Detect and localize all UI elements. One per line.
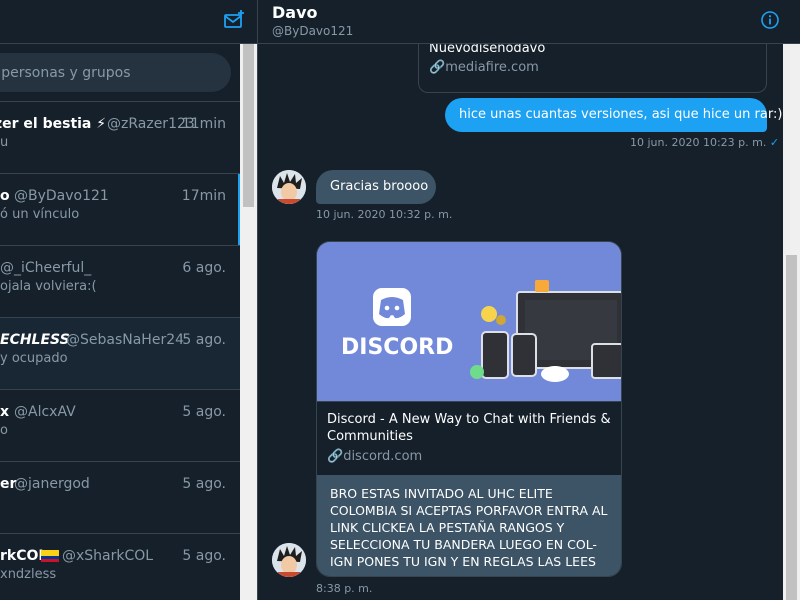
conversation-handle: @_iCheerful_ bbox=[0, 260, 92, 276]
scrollbar-thumb[interactable] bbox=[786, 255, 797, 600]
conversation-handle: @SebasNaHer24 bbox=[66, 332, 185, 348]
message-text-bubble: BRO ESTAS INVITADO AL UHC ELITE COLOMBIA… bbox=[317, 475, 621, 576]
message-timestamp: 8:38 p. m. bbox=[316, 582, 373, 595]
conversation-name: zer el bestia ⚡ bbox=[0, 116, 107, 132]
info-icon[interactable] bbox=[761, 11, 779, 29]
conversation-time: 17min bbox=[181, 188, 226, 204]
conversation-handle: @janergod bbox=[14, 476, 90, 492]
conversation-preview: u bbox=[0, 135, 9, 150]
conversation-pane-header bbox=[0, 0, 257, 44]
link-title: Nuevodiseñodavo bbox=[429, 44, 546, 56]
conversation-name: o bbox=[0, 188, 10, 204]
incoming-message-bubble[interactable]: Gracias broooo bbox=[316, 170, 436, 204]
conversation-item[interactable]: er @janergod 5 ago. bbox=[0, 462, 240, 534]
conversation-time: 5 ago. bbox=[182, 548, 226, 564]
colombia-flag-icon bbox=[41, 550, 59, 562]
search-input[interactable] bbox=[0, 53, 231, 92]
chat-pane: Davo @ByDavo121 Nuevodiseñodavo 🔗mediafi… bbox=[257, 0, 800, 600]
conversation-item[interactable]: ECHLESS @SebasNaHer24 5 ago. y ocupado bbox=[0, 318, 240, 390]
conversation-handle: @AlcxAV bbox=[14, 404, 76, 420]
link-domain: 🔗discord.com bbox=[327, 449, 423, 464]
message-text: Gracias broooo bbox=[330, 179, 429, 194]
chat-header: Davo @ByDavo121 bbox=[258, 0, 800, 44]
discord-banner: DISCORD bbox=[317, 242, 621, 401]
conversation-time: 5 ago. bbox=[182, 404, 226, 420]
conversation-time: 11min bbox=[181, 116, 226, 132]
conversation-list: zer el bestia ⚡ @zRazer123 11min u o @By… bbox=[0, 102, 240, 600]
conversation-handle: @xSharkCOL bbox=[62, 548, 154, 564]
link-preview-card[interactable]: DISCORD Discord - A New Way to Chat with… bbox=[316, 241, 622, 577]
conversation-preview: xndzless bbox=[0, 567, 57, 582]
sent-check-icon: ✓ bbox=[769, 136, 780, 149]
conversation-pane: zer el bestia ⚡ @zRazer123 11min u o @By… bbox=[0, 0, 257, 600]
link-preview-info: Discord - A New Way to Chat with Friends… bbox=[317, 401, 621, 475]
conversation-item[interactable]: x @AlcxAV 5 ago. o bbox=[0, 390, 240, 462]
search-box[interactable] bbox=[0, 53, 231, 92]
conversation-handle: @ByDavo121 bbox=[14, 188, 109, 204]
discord-logo-text: DISCORD bbox=[341, 335, 453, 360]
new-message-icon[interactable] bbox=[223, 9, 245, 31]
link-preview-image: DISCORD bbox=[317, 242, 621, 401]
scrollbar-thumb[interactable] bbox=[243, 44, 254, 207]
conversation-preview: o bbox=[0, 423, 8, 438]
conversation-item[interactable]: @_iCheerful_ 6 ago. ojala volviera:( bbox=[0, 246, 240, 318]
message-timestamp: 10 jun. 2020 10:32 p. m. bbox=[316, 208, 453, 221]
link-preview-card[interactable]: Nuevodiseñodavo 🔗mediafire.com bbox=[418, 44, 767, 93]
link-icon: 🔗 bbox=[429, 60, 446, 75]
conversation-name: x bbox=[0, 404, 10, 420]
message-text: BRO ESTAS INVITADO AL UHC ELITE COLOMBIA… bbox=[330, 486, 608, 569]
conversation-item[interactable]: o @ByDavo121 17min ó un vínculo bbox=[0, 174, 240, 246]
avatar-image bbox=[272, 170, 306, 204]
outgoing-message-bubble[interactable]: hice unas cuantas versiones, asi que hic… bbox=[445, 98, 782, 132]
chat-title[interactable]: Davo bbox=[272, 3, 318, 22]
conversation-preview: y ocupado bbox=[0, 351, 68, 366]
conversation-preview: ó un vínculo bbox=[0, 207, 80, 222]
chat-handle: @ByDavo121 bbox=[272, 24, 354, 38]
conversation-name: ECHLESS bbox=[0, 332, 70, 348]
message-list: Nuevodiseñodavo 🔗mediafire.com hice unas… bbox=[258, 44, 784, 600]
link-title: Discord - A New Way to Chat with Friends… bbox=[327, 412, 611, 444]
conversation-item[interactable]: zer el bestia ⚡ @zRazer123 11min u bbox=[0, 102, 240, 174]
conversation-preview: ojala volviera:( bbox=[0, 279, 97, 294]
message-text: hice unas cuantas versiones, asi que hic… bbox=[459, 107, 783, 122]
conversation-time: 6 ago. bbox=[182, 260, 226, 276]
conversation-time: 5 ago. bbox=[182, 332, 226, 348]
conversation-item[interactable]: rkCOL @xSharkCOL 5 ago. xndzless bbox=[0, 534, 240, 600]
link-icon: 🔗 bbox=[327, 449, 344, 464]
conversation-time: 5 ago. bbox=[182, 476, 226, 492]
avatar[interactable] bbox=[272, 543, 306, 577]
avatar-image bbox=[272, 543, 306, 577]
avatar[interactable] bbox=[272, 170, 306, 204]
link-domain: 🔗mediafire.com bbox=[429, 60, 539, 75]
message-timestamp: 10 jun. 2020 10:23 p. m. ✓ bbox=[630, 136, 780, 149]
